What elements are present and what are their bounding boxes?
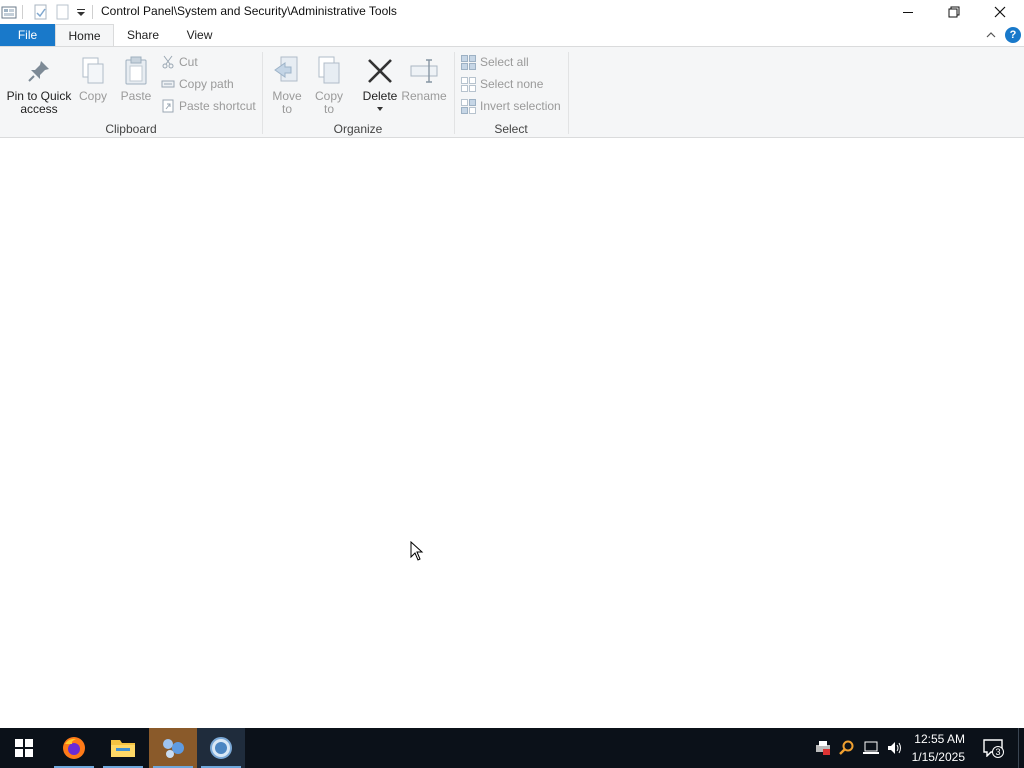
windows-logo-icon xyxy=(15,739,33,757)
move-to-icon xyxy=(273,52,301,90)
tab-home[interactable]: Home xyxy=(55,24,114,47)
paste-shortcut-button[interactable]: Paste shortcut xyxy=(161,96,256,116)
select-none-button[interactable]: Select none xyxy=(461,74,543,94)
action-center-button[interactable]: 3 xyxy=(980,738,1006,758)
help-icon[interactable]: ? xyxy=(1005,27,1021,43)
cut-button[interactable]: Cut xyxy=(161,52,198,72)
app-icon[interactable] xyxy=(0,3,18,21)
control-panel-icon xyxy=(163,739,184,758)
divider xyxy=(92,5,93,19)
close-button[interactable] xyxy=(977,0,1023,24)
move-to-button[interactable]: Move to xyxy=(268,52,306,116)
tab-share[interactable]: Share xyxy=(114,24,172,46)
properties-icon[interactable] xyxy=(32,3,50,21)
select-all-label: Select all xyxy=(480,55,529,69)
paste-button[interactable]: Paste xyxy=(115,52,157,103)
move-to-label-line2: to xyxy=(281,102,292,116)
copy-to-button[interactable]: Copy to xyxy=(310,52,348,116)
copy-path-button[interactable]: Copy path xyxy=(161,74,234,94)
taskbar-control-panel[interactable] xyxy=(149,728,197,768)
minimize-ribbon-icon[interactable] xyxy=(984,28,998,42)
taskbar-app[interactable] xyxy=(197,728,245,768)
copy-path-icon xyxy=(161,80,175,88)
divider xyxy=(22,5,23,19)
restore-button[interactable] xyxy=(931,0,977,24)
copy-to-icon xyxy=(315,52,343,90)
pin-icon xyxy=(26,52,52,90)
copy-label: Copy xyxy=(78,89,107,103)
invert-selection-button[interactable]: Invert selection xyxy=(461,96,561,116)
firefox-icon xyxy=(63,737,85,759)
pin-label-line2: access xyxy=(20,102,58,116)
notification-count-badge: 3 xyxy=(992,746,1004,758)
rename-icon xyxy=(409,52,439,90)
organize-group-label: Organize xyxy=(333,122,383,136)
tray-search-icon[interactable] xyxy=(836,738,858,758)
clock-time[interactable]: 12:55 AM xyxy=(885,732,965,746)
new-folder-icon[interactable] xyxy=(54,3,72,21)
delete-dropdown-icon[interactable] xyxy=(376,105,384,113)
select-none-label: Select none xyxy=(480,77,544,91)
tray-network-icon[interactable] xyxy=(860,738,882,758)
pin-to-quick-access-button[interactable]: Pin to Quick access xyxy=(4,52,74,116)
delete-label: Delete xyxy=(362,89,398,103)
rename-button[interactable]: Rename xyxy=(401,52,447,103)
copy-to-label-line2: to xyxy=(323,102,334,116)
select-all-button[interactable]: Select all xyxy=(461,52,529,72)
paste-icon xyxy=(123,52,149,90)
group-separator xyxy=(568,52,569,134)
delete-icon xyxy=(366,52,394,90)
taskbar-file-explorer[interactable] xyxy=(99,728,147,768)
paste-shortcut-label: Paste shortcut xyxy=(179,99,256,113)
taskbar-firefox[interactable] xyxy=(50,728,98,768)
clipboard-group-label: Clipboard xyxy=(105,122,157,136)
copy-button[interactable]: Copy xyxy=(74,52,112,103)
delete-button[interactable]: Delete xyxy=(358,52,402,113)
rename-label: Rename xyxy=(401,89,447,103)
tab-file[interactable]: File xyxy=(0,24,55,46)
clock-date[interactable]: 1/15/2025 xyxy=(885,750,965,764)
window-title: Control Panel\System and Security\Admini… xyxy=(101,4,397,18)
select-all-icon xyxy=(461,54,476,70)
show-desktop-button[interactable] xyxy=(1018,728,1024,768)
paste-label: Paste xyxy=(120,89,152,103)
invert-selection-label: Invert selection xyxy=(480,99,561,113)
select-none-icon xyxy=(461,76,476,92)
cut-label: Cut xyxy=(179,55,198,69)
content-area[interactable] xyxy=(0,138,1024,728)
mouse-cursor-icon xyxy=(410,540,424,564)
copy-icon xyxy=(80,52,106,90)
folder-icon xyxy=(111,740,135,757)
scissors-icon xyxy=(162,55,174,69)
copy-path-label: Copy path xyxy=(179,77,234,91)
select-group-label: Select xyxy=(494,122,528,136)
paste-shortcut-icon xyxy=(162,99,174,113)
start-button[interactable] xyxy=(0,728,48,768)
tab-view[interactable]: View xyxy=(172,24,227,46)
invert-selection-icon xyxy=(461,98,476,114)
app-globe-icon xyxy=(210,737,232,759)
customize-quick-access-icon[interactable] xyxy=(74,3,88,21)
tray-printer-icon[interactable] xyxy=(812,738,834,758)
minimize-button[interactable] xyxy=(885,0,931,24)
